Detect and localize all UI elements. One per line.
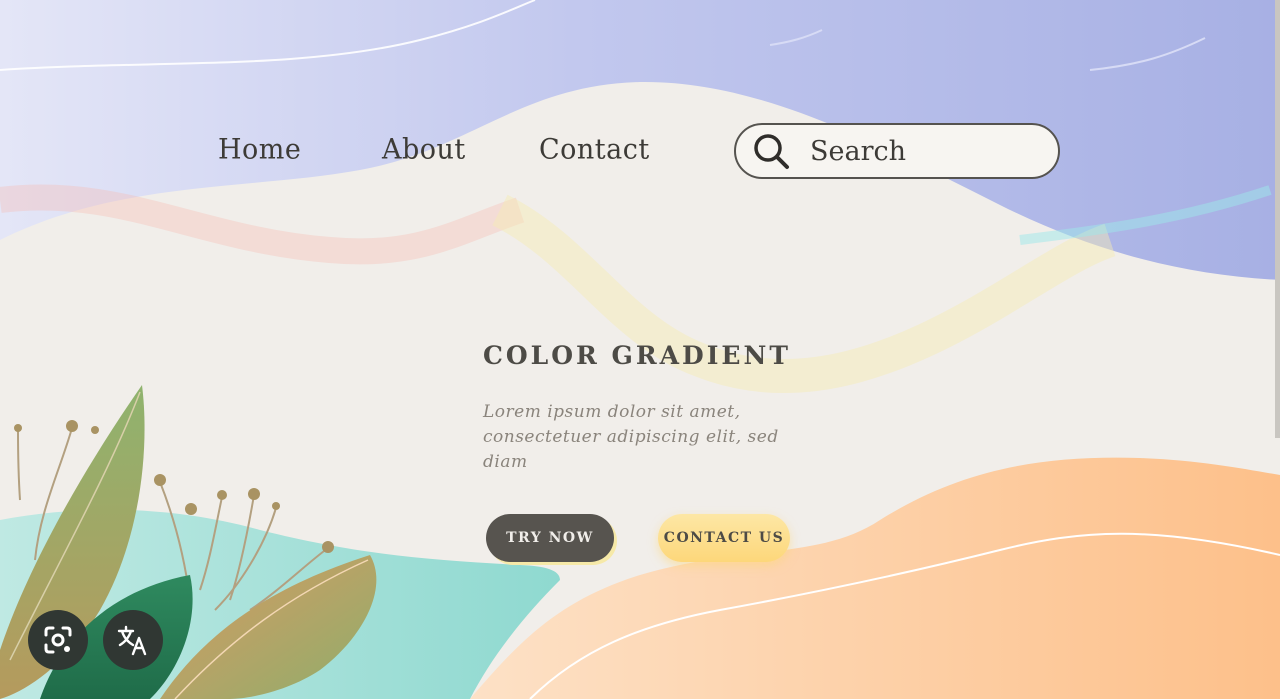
search-icon: [754, 134, 789, 169]
scrollbar-thumb[interactable]: [1275, 0, 1280, 438]
translate-icon: [117, 625, 147, 656]
lens-icon: [44, 626, 72, 654]
nav-about-link[interactable]: About: [382, 133, 466, 166]
hero-body-line: diam: [483, 452, 528, 472]
hero-body-text: Lorem ipsum dolor sit amet, consectetuer…: [483, 400, 793, 475]
search-input[interactable]: [810, 135, 1040, 167]
try-now-button[interactable]: TRY NOW: [486, 514, 614, 562]
mesh-wave-pink: [0, 184, 525, 265]
contact-us-button[interactable]: CONTACT US: [658, 514, 790, 562]
translate-button[interactable]: [103, 610, 163, 670]
hero-body-line: Lorem ipsum dolor sit amet,: [483, 402, 741, 422]
nav-contact-link[interactable]: Contact: [539, 133, 650, 166]
search-bar[interactable]: [734, 123, 1060, 179]
hero-body-line: consectetuer adipiscing elit, sed: [483, 427, 779, 447]
nav-home-link[interactable]: Home: [218, 133, 301, 166]
lens-button[interactable]: [28, 610, 88, 670]
hero-title: COLOR GRADIENT: [483, 341, 791, 370]
